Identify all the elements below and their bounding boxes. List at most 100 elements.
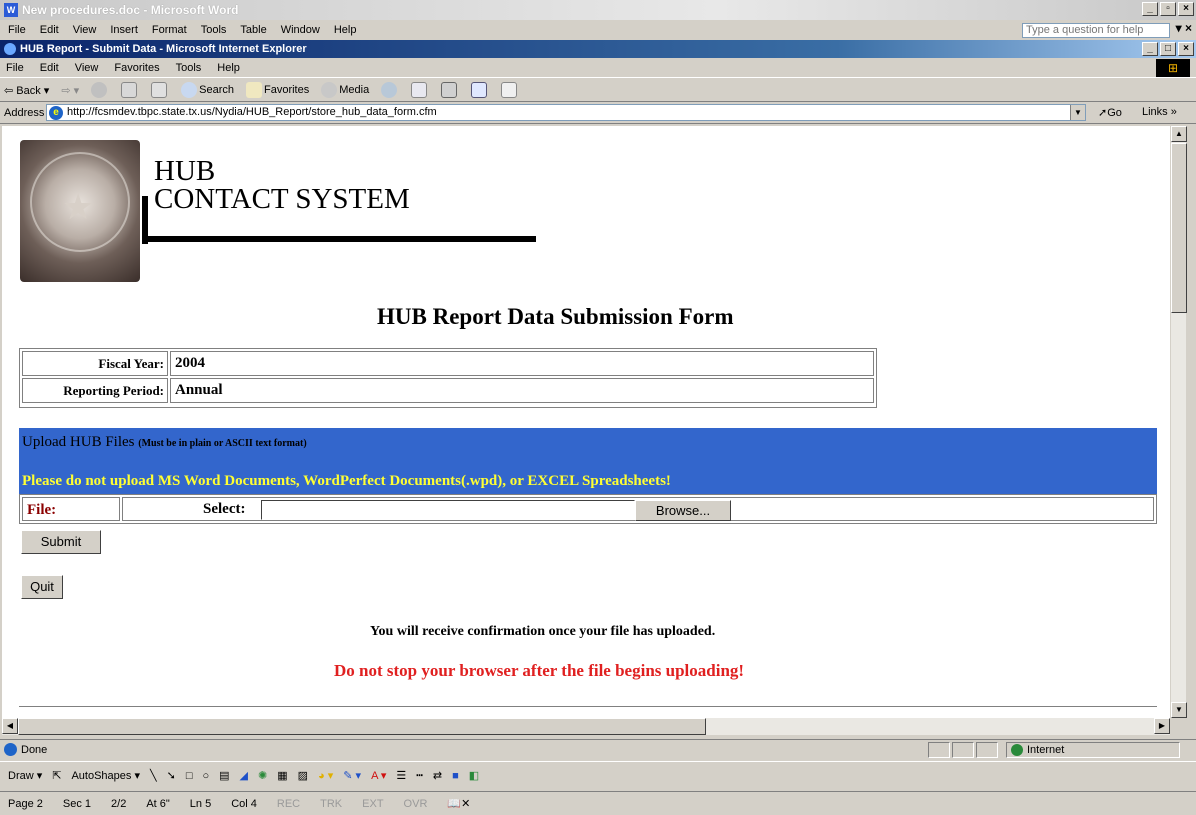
close-document-icon[interactable]: ▾ × [1176, 21, 1192, 35]
spelling-status-icon[interactable]: 📖✕ [447, 797, 470, 810]
status-rec[interactable]: REC [277, 798, 300, 810]
go-button[interactable]: ➚Go [1098, 106, 1122, 119]
font-color-icon[interactable]: A ▾ [371, 769, 386, 782]
back-button[interactable]: ⇦ Back ▾ [4, 84, 49, 97]
ie-menu-tools[interactable]: Tools [176, 62, 202, 74]
word-menu-insert[interactable]: Insert [110, 24, 138, 36]
word-app-icon: W [4, 3, 18, 17]
textbox-icon[interactable]: ▤ [219, 769, 229, 782]
ie-minimize-button[interactable]: _ [1142, 42, 1158, 56]
favorites-button[interactable]: Favorites [245, 82, 309, 98]
line-color-icon[interactable]: ✎ ▾ [343, 769, 361, 782]
vertical-scrollbar[interactable]: ▲ ▼ [1170, 126, 1187, 718]
address-input[interactable]: e http://fcsmdev.tbpc.state.tx.us/Nydia/… [46, 104, 1086, 121]
word-menu-table[interactable]: Table [240, 24, 266, 36]
ie-menu-favorites[interactable]: Favorites [114, 62, 159, 74]
browse-button[interactable]: Browse... [635, 500, 731, 521]
status-cell [928, 742, 950, 758]
help-question-input[interactable]: Type a question for help [1022, 23, 1170, 38]
word-menu-file[interactable]: File [8, 24, 26, 36]
status-at: At 6" [146, 797, 170, 810]
arrow-icon[interactable]: ➘ [167, 769, 176, 782]
status-ext[interactable]: EXT [362, 798, 383, 810]
scroll-left-icon[interactable]: ◀ [2, 718, 18, 734]
chevron-down-icon[interactable]: ▼ [1070, 105, 1085, 120]
scroll-down-icon[interactable]: ▼ [1171, 702, 1187, 718]
refresh-icon[interactable] [121, 82, 138, 98]
shadow-icon[interactable]: ■ [452, 770, 459, 782]
dash-style-icon[interactable]: ┅ [416, 769, 423, 782]
word-menu-window[interactable]: Window [281, 24, 320, 36]
status-cell [952, 742, 974, 758]
report-info-table: Fiscal Year: 2004 Reporting Period: Annu… [19, 348, 877, 408]
status-trk[interactable]: TRK [320, 798, 342, 810]
submit-button[interactable]: Submit [21, 530, 101, 554]
line-icon[interactable]: ╲ [150, 769, 157, 782]
media-icon [321, 82, 338, 98]
ie-menu-bar: File Edit View Favorites Tools Help ⊞ [0, 58, 1196, 78]
ie-menu-help[interactable]: Help [217, 62, 240, 74]
upload-note: (Must be in plain or ASCII text format) [138, 438, 307, 449]
word-menu-help[interactable]: Help [334, 24, 357, 36]
wordart-icon[interactable]: ◢ [240, 769, 248, 782]
status-cell [976, 742, 998, 758]
edit-icon[interactable] [471, 82, 488, 98]
horizontal-scrollbar[interactable]: ◀ ▶ [2, 718, 1170, 735]
address-label: Address [4, 106, 45, 119]
word-minimize-button[interactable]: _ [1142, 2, 1158, 16]
file-path-input[interactable] [261, 500, 635, 520]
globe-icon [1011, 744, 1023, 756]
word-menu-tools[interactable]: Tools [201, 24, 227, 36]
forward-button[interactable]: ⇨ ▾ [61, 84, 79, 97]
ie-menu-view[interactable]: View [75, 62, 99, 74]
arrow-style-icon[interactable]: ⇄ [433, 769, 442, 782]
scroll-right-icon[interactable]: ▶ [1154, 718, 1170, 734]
ie-maximize-button[interactable]: □ [1160, 42, 1176, 56]
history-icon[interactable] [381, 82, 398, 98]
word-status-bar: Page 2 Sec 1 2/2 At 6" Ln 5 Col 4 REC TR… [0, 791, 1196, 815]
file-select-cell: Select: Browse... [122, 497, 1154, 521]
word-close-button[interactable]: × [1178, 2, 1194, 16]
upload-title: Upload HUB Files (Must be in plain or AS… [22, 434, 307, 450]
discuss-icon[interactable] [501, 82, 518, 98]
ie-close-button[interactable]: × [1178, 42, 1194, 56]
word-title-bar: W New procedures.doc - Microsoft Word _ … [0, 0, 1196, 20]
print-icon[interactable] [441, 82, 458, 98]
mail-icon[interactable] [411, 82, 428, 98]
draw-menu-button[interactable]: Draw ▾ [8, 769, 42, 782]
status-ovr[interactable]: OVR [404, 798, 428, 810]
logo-underline [142, 236, 536, 242]
horizontal-scroll-thumb[interactable] [18, 718, 706, 735]
search-button[interactable]: Search [181, 82, 234, 98]
vertical-scroll-thumb[interactable] [1171, 143, 1187, 313]
stop-icon[interactable] [91, 82, 108, 98]
3d-icon[interactable]: ◧ [469, 769, 479, 782]
upload-header: Upload HUB Files (Must be in plain or AS… [19, 428, 1157, 494]
scroll-up-icon[interactable]: ▲ [1171, 126, 1187, 142]
logo-line-2: CONTACT SYSTEM [154, 183, 410, 215]
status-line: Ln 5 [189, 797, 212, 810]
word-menu-edit[interactable]: Edit [40, 24, 59, 36]
ie-menu-file[interactable]: File [6, 62, 24, 74]
word-restore-button[interactable]: ▫ [1160, 2, 1176, 16]
ie-toolbar: ⇦ Back ▾ ⇨ ▾ Search Favorites Media [0, 79, 1196, 102]
word-menu-format[interactable]: Format [152, 24, 187, 36]
fill-color-icon[interactable]: ◕ ▾ [318, 769, 333, 782]
picture-icon[interactable]: ▨ [298, 769, 308, 782]
oval-icon[interactable]: ○ [202, 770, 209, 782]
address-bar: Address e http://fcsmdev.tbpc.state.tx.u… [0, 102, 1196, 124]
autoshapes-button[interactable]: AutoShapes ▾ [71, 769, 140, 782]
clipart-icon[interactable]: ▦ [277, 769, 287, 782]
word-menu-view[interactable]: View [73, 24, 97, 36]
home-icon[interactable] [151, 82, 168, 98]
file-select-row: File: Select: Browse... [19, 494, 1157, 524]
media-button[interactable]: Media [321, 82, 369, 98]
line-style-icon[interactable]: ☰ [396, 769, 406, 782]
diagram-icon[interactable]: ✺ [258, 769, 267, 782]
rectangle-icon[interactable]: □ [186, 770, 193, 782]
select-objects-icon[interactable]: ⇱ [52, 769, 61, 782]
ie-menu-edit[interactable]: Edit [40, 62, 59, 74]
links-button[interactable]: Links » [1142, 106, 1177, 118]
quit-button[interactable]: Quit [21, 575, 63, 599]
upload-warning-red: Do not stop your browser after the file … [334, 661, 745, 680]
